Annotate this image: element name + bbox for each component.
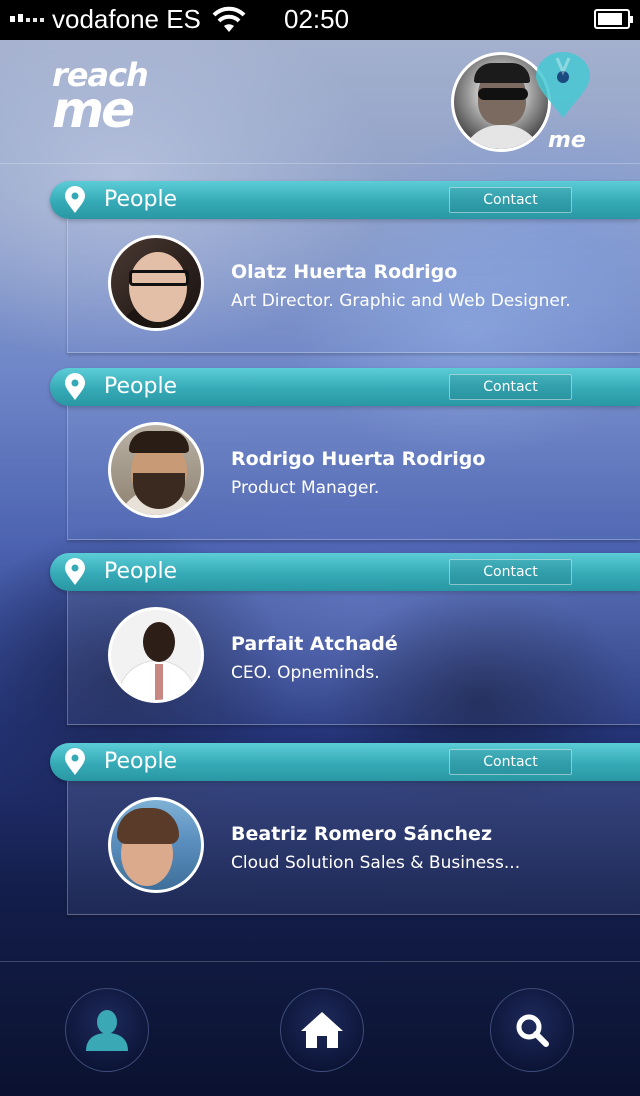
location-pin-icon (65, 558, 85, 585)
card-body[interactable]: Rodrigo Huerta Rodrigo Product Manager. (67, 406, 640, 540)
contact-name: Parfait Atchadé (231, 633, 398, 655)
home-nav-button[interactable] (280, 988, 364, 1072)
card-title: People (104, 749, 178, 774)
card-body[interactable]: Parfait Atchadé CEO. Opneminds. (67, 591, 640, 725)
contact-button[interactable]: Contact (449, 374, 572, 400)
battery-icon (594, 9, 633, 29)
home-icon (301, 1012, 343, 1048)
card-title: People (104, 187, 178, 212)
contact-button[interactable]: Contact (449, 749, 572, 775)
avatar (108, 235, 204, 331)
avatar (108, 422, 204, 518)
person-icon (86, 1010, 128, 1051)
card-body[interactable]: Olatz Huerta Rodrigo Art Director. Graph… (67, 219, 640, 353)
location-pin-icon (65, 373, 85, 400)
search-icon (516, 1014, 549, 1047)
card-header: People Contact (50, 368, 640, 406)
contact-role: CEO. Opneminds. (231, 663, 380, 683)
location-pin-icon (65, 748, 85, 775)
card-header: People Contact (50, 553, 640, 591)
card-header: People Contact (50, 181, 640, 219)
avatar (108, 607, 204, 703)
wifi-icon (212, 6, 246, 32)
contact-button[interactable]: Contact (449, 187, 572, 213)
card-title: People (104, 559, 178, 584)
app-logo[interactable]: reach me (52, 59, 149, 140)
profile-me-label: me (548, 128, 586, 153)
contact-role: Cloud Solution Sales & Business... (231, 853, 521, 873)
carrier-name: vodafone ES (52, 4, 201, 34)
bottom-divider (0, 961, 640, 962)
location-pin-icon (65, 186, 85, 213)
contact-role: Product Manager. (231, 478, 380, 498)
card-header: People Contact (50, 743, 640, 781)
signal-strength-icon (10, 14, 44, 22)
contact-role: Art Director. Graphic and Web Designer. (231, 291, 571, 311)
clock: 02:50 (284, 4, 350, 34)
avatar (108, 797, 204, 893)
status-bar: vodafone ES 02:50 (0, 0, 640, 40)
app-header: reach me me (0, 40, 640, 164)
contact-button[interactable]: Contact (449, 559, 572, 585)
card-title: People (104, 374, 178, 399)
location-pin-icon (536, 52, 590, 118)
logo-word-me: me (52, 81, 135, 140)
profile-nav-button[interactable] (65, 988, 149, 1072)
background (0, 0, 640, 1096)
card-body[interactable]: Beatriz Romero Sánchez Cloud Solution Sa… (67, 781, 640, 915)
search-nav-button[interactable] (490, 988, 574, 1072)
contact-name: Rodrigo Huerta Rodrigo (231, 448, 486, 470)
contact-name: Olatz Huerta Rodrigo (231, 261, 458, 283)
contact-name: Beatriz Romero Sánchez (231, 823, 492, 845)
